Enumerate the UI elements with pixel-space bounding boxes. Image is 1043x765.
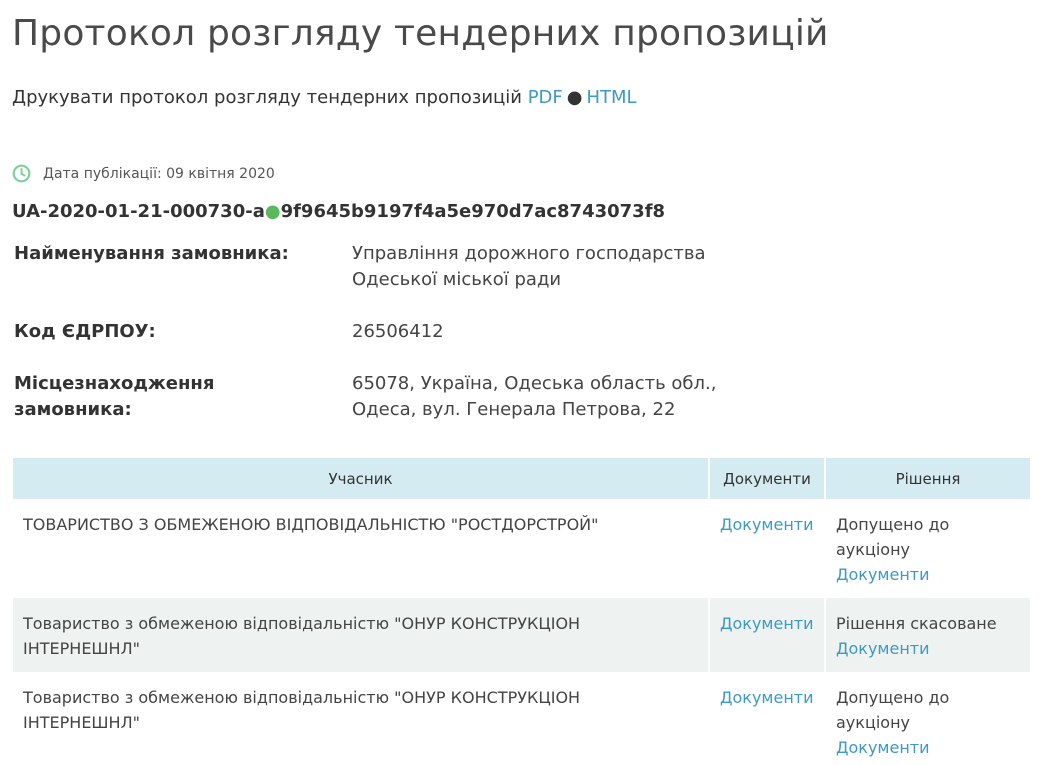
- header-participant: Учасник: [13, 458, 710, 499]
- print-html-link[interactable]: HTML: [587, 87, 637, 108]
- documents-link[interactable]: Документи: [720, 515, 814, 534]
- decision-documents-link[interactable]: Документи: [836, 639, 930, 658]
- decision-documents-link[interactable]: Документи: [836, 565, 930, 584]
- print-separator: ●: [566, 87, 583, 108]
- customer-name-value: Управління дорожного господарства Одеськ…: [352, 243, 706, 290]
- table-row: ТОВАРИСТВО З ОБМЕЖЕНОЮ ВІДПОВІДАЛЬНІСТЮ …: [13, 499, 1030, 598]
- bids-table: Учасник Документи Рішення ТОВАРИСТВО З О…: [13, 458, 1030, 765]
- print-label: Друкувати протокол розгляду тендерних пр…: [12, 87, 522, 108]
- decision-text: Допущено до аукціону: [836, 688, 950, 732]
- tender-id-separator: ●: [264, 201, 281, 222]
- documents-link[interactable]: Документи: [720, 688, 814, 707]
- participant-name: ТОВАРИСТВО З ОБМЕЖЕНОЮ ВІДПОВІДАЛЬНІСТЮ …: [13, 499, 710, 598]
- decision-cell: Допущено до аукціону Документи: [826, 499, 1030, 598]
- clock-icon: [12, 164, 31, 183]
- participant-name: Товариство з обмеженою відповідальністю …: [13, 598, 710, 672]
- publication-date: Дата публікації: 09 квітня 2020: [12, 164, 275, 183]
- decision-cell: Допущено до аукціону Документи: [826, 672, 1030, 765]
- header-decision: Рішення: [826, 458, 1030, 499]
- customer-code-value: 26506412: [352, 321, 444, 342]
- participant-name-text: Товариство з обмеженою відповідальністю …: [23, 614, 581, 658]
- customer-location-value: 65078, Україна, Одеська область обл., Од…: [352, 373, 717, 420]
- documents-cell: Документи: [710, 499, 826, 598]
- customer-location-row: Місцезнаходження замовника: 65078, Украї…: [14, 371, 1014, 423]
- documents-cell: Документи: [710, 598, 826, 672]
- table-row: Товариство з обмеженою відповідальністю …: [13, 598, 1030, 672]
- tender-id: UA-2020-01-21-000730-a●9f9645b9197f4a5e9…: [12, 201, 665, 222]
- customer-location-label-text: Місцезнаходження замовника:: [14, 373, 215, 420]
- customer-code-label: Код ЄДРПОУ:: [14, 321, 156, 342]
- decision-text: Рішення скасоване: [836, 614, 997, 633]
- customer-name-label: Найменування замовника:: [14, 243, 289, 264]
- tender-id-suffix: 9f9645b9197f4a5e970d7ac8743073f8: [280, 201, 666, 222]
- decision-cell: Рішення скасоване Документи: [826, 598, 1030, 672]
- documents-link[interactable]: Документи: [720, 614, 814, 633]
- customer-info: Найменування замовника: Управління дорож…: [14, 241, 1014, 423]
- page-title: Протокол розгляду тендерних пропозицій: [12, 13, 829, 54]
- print-pdf-link[interactable]: PDF: [528, 87, 563, 108]
- customer-name-row: Найменування замовника: Управління дорож…: [14, 241, 1014, 293]
- table-header-row: Учасник Документи Рішення: [13, 458, 1030, 499]
- participant-name: Товариство з обмеженою відповідальністю …: [13, 672, 710, 765]
- documents-cell: Документи: [710, 672, 826, 765]
- publication-date-text: Дата публікації: 09 квітня 2020: [43, 165, 275, 182]
- header-documents: Документи: [710, 458, 826, 499]
- print-protocol-row: Друкувати протокол розгляду тендерних пр…: [12, 87, 637, 108]
- customer-code-row: Код ЄДРПОУ: 26506412: [14, 319, 1014, 345]
- decision-documents-link[interactable]: Документи: [836, 738, 930, 757]
- table-row: Товариство з обмеженою відповідальністю …: [13, 672, 1030, 765]
- customer-location-label: Місцезнаходження замовника:: [14, 371, 352, 423]
- tender-id-prefix: UA-2020-01-21-000730-a: [12, 201, 265, 222]
- participant-name-text: Товариство з обмеженою відповідальністю …: [23, 688, 581, 732]
- decision-text: Допущено до аукціону: [836, 515, 950, 559]
